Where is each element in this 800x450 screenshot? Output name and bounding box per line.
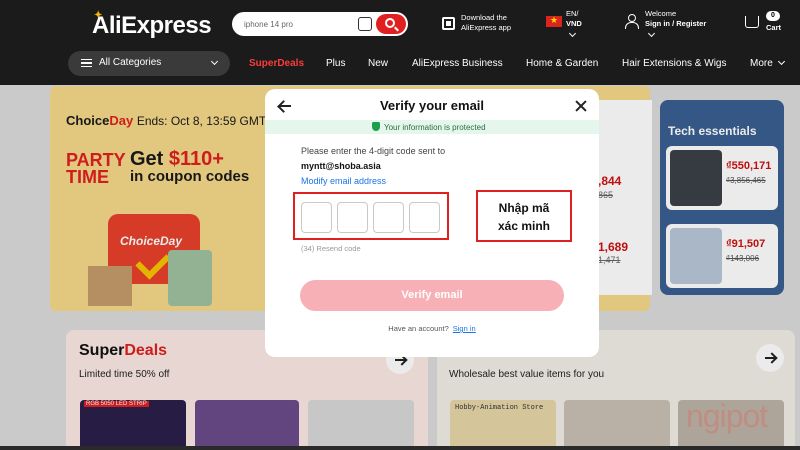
account-menu[interactable]: Welcome Sign in / Register	[645, 9, 706, 39]
nav-more[interactable]: More	[750, 57, 785, 69]
protected-text: Your information is protected	[384, 123, 486, 132]
annotation-callout: Nhập mã xác minh	[476, 190, 572, 242]
nav-new[interactable]: New	[368, 58, 388, 69]
search-input[interactable]	[244, 17, 344, 31]
cart-icon[interactable]	[745, 16, 759, 28]
bottom-strip	[0, 446, 800, 450]
sign-in-link[interactable]: Sign in	[453, 324, 476, 333]
dialog-title: Verify your email	[379, 98, 485, 113]
sparkle-icon: ✦	[94, 10, 102, 21]
nav-superdeals[interactable]: SuperDeals	[249, 58, 304, 69]
code-digit-input-2[interactable]	[337, 202, 368, 233]
download-line2: AliExpress app	[461, 23, 512, 32]
annotation-line2: xác minh	[497, 219, 551, 233]
search-bar	[232, 12, 408, 36]
currency-label: VND	[566, 19, 582, 28]
page: ✦AliExpress Download the AliExpress app …	[0, 0, 800, 450]
code-digit-input-1[interactable]	[301, 202, 332, 233]
chevron-down-icon	[210, 57, 219, 66]
cart-count-badge: 0	[766, 11, 780, 21]
have-account-text: Have an account?	[388, 324, 449, 333]
modify-email-link[interactable]: Modify email address	[301, 176, 386, 186]
target-email: myntt@shoba.asia	[301, 161, 381, 171]
camera-search-icon[interactable]	[358, 17, 372, 31]
cart-label[interactable]: Cart	[766, 23, 781, 33]
chevron-down-icon	[777, 57, 785, 66]
resend-code-countdown[interactable]: (34) Resend code	[301, 244, 361, 253]
nav-more-label: More	[750, 58, 773, 69]
all-categories-button[interactable]: All Categories	[68, 51, 230, 76]
verify-email-button[interactable]: Verify email	[300, 280, 564, 311]
chevron-down-icon	[647, 29, 656, 38]
protected-message: Your information is protected	[372, 122, 486, 132]
search-button[interactable]	[376, 14, 406, 34]
search-icon	[385, 18, 395, 28]
vietnam-flag-icon	[546, 15, 562, 27]
qr-code-icon[interactable]	[442, 17, 455, 30]
language-currency-selector[interactable]: EN/ VND	[566, 9, 582, 39]
menu-icon	[81, 59, 92, 67]
shield-check-icon	[372, 122, 380, 131]
download-line1: Download the	[461, 13, 507, 22]
close-icon[interactable]	[575, 100, 587, 112]
user-icon	[624, 14, 639, 30]
language-label: EN/	[566, 9, 579, 18]
download-app-link[interactable]: Download the AliExpress app	[461, 13, 511, 33]
nav-home-garden[interactable]: Home & Garden	[526, 58, 598, 69]
chevron-down-icon	[568, 29, 577, 38]
nav-aliexpress-business[interactable]: AliExpress Business	[412, 58, 503, 69]
welcome-label: Welcome	[645, 9, 677, 18]
code-digit-input-4[interactable]	[409, 202, 440, 233]
code-digit-input-3[interactable]	[373, 202, 404, 233]
sign-in-prompt: Have an account? Sign in	[265, 324, 599, 333]
sign-in-register-label: Sign in / Register	[645, 19, 707, 28]
nav-plus[interactable]: Plus	[326, 58, 345, 69]
annotation-line1: Nhập mã	[498, 201, 550, 215]
all-categories-label: All Categories	[99, 57, 162, 68]
aliexpress-logo[interactable]: ✦ AliExpress	[92, 10, 212, 40]
code-instruction: Please enter the 4-digit code sent to	[301, 146, 446, 156]
nav-hair-extensions[interactable]: Hair Extensions & Wigs	[622, 58, 726, 69]
